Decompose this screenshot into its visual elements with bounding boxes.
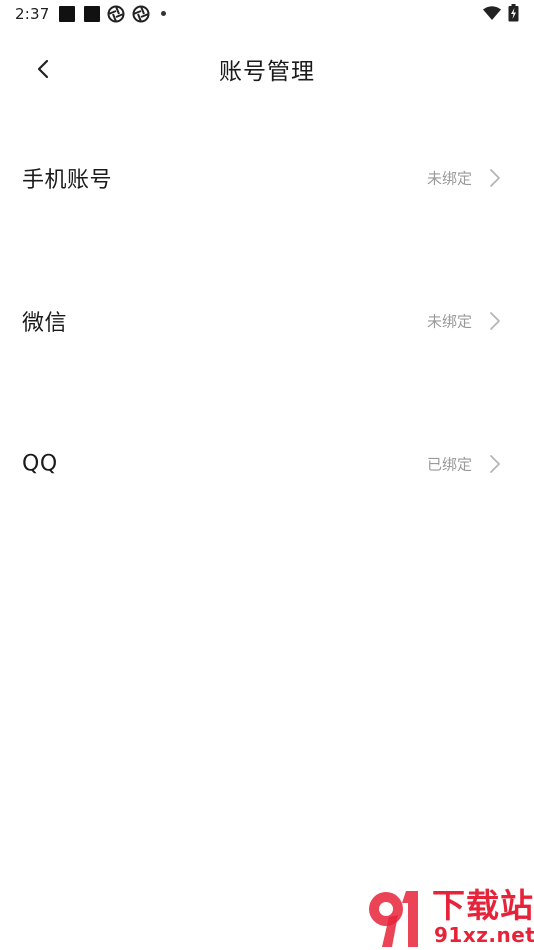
account-label: 微信 [22, 311, 68, 336]
binding-status: 未绑定 [426, 312, 472, 331]
aperture-icon [107, 5, 125, 23]
notification-square-icon [59, 6, 75, 22]
wifi-icon [483, 6, 501, 20]
status-bar: 2:37 [0, 0, 534, 28]
account-label: QQ [22, 451, 58, 477]
binding-status: 未绑定 [426, 169, 472, 188]
chevron-right-icon [490, 312, 500, 330]
aperture-icon [132, 5, 150, 23]
battery-charging-icon [508, 4, 519, 22]
watermark-domain: 91xz.net [434, 923, 534, 947]
notification-square-icon [84, 6, 100, 22]
dot-icon [161, 11, 166, 16]
watermark: 下载站 91xz.net [360, 887, 534, 950]
account-row-phone[interactable]: 手机账号 未绑定 [0, 143, 534, 213]
watermark-logo-icon [369, 891, 418, 947]
page-title: 账号管理 [219, 59, 315, 85]
status-time: 2:37 [15, 5, 50, 23]
account-label: 手机账号 [22, 168, 113, 193]
account-row-wechat[interactable]: 微信 未绑定 [0, 286, 534, 356]
chevron-right-icon [490, 455, 500, 473]
account-row-qq[interactable]: QQ 已绑定 [0, 429, 534, 499]
watermark-title: 下载站 [432, 886, 534, 925]
chevron-right-icon [490, 169, 500, 187]
account-management-screen: 2:37 账号管理 手机账号 未绑定 微信 未绑定 QQ 已绑定 下载站 91x… [0, 0, 534, 950]
header: 账号管理 [0, 40, 534, 96]
binding-status: 已绑定 [426, 455, 472, 474]
